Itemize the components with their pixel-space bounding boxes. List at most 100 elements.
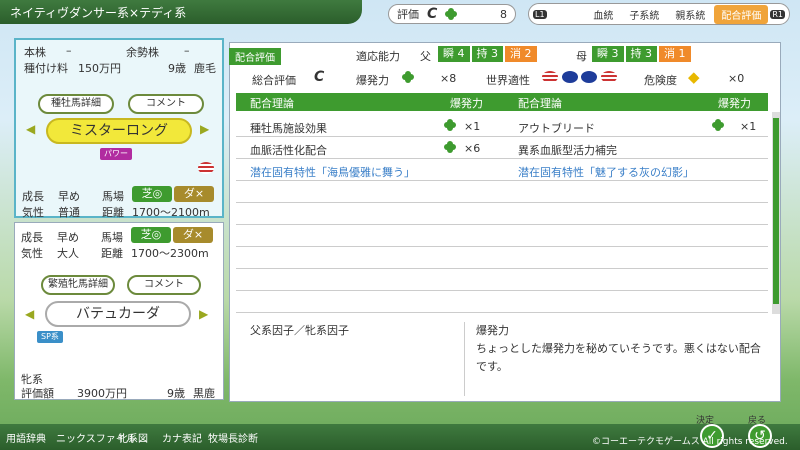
dam-detail-button[interactable]: 繁殖牝馬詳細 xyxy=(41,275,115,295)
table-row xyxy=(236,247,768,269)
eval-header-tag: 配合評価 xyxy=(229,48,281,65)
l1-icon: L1 xyxy=(533,9,547,19)
footer-glossary[interactable]: 用語辞典 xyxy=(6,430,46,445)
sire-stock-label: 本株 xyxy=(24,46,46,59)
sire-stats-label: 父 xyxy=(420,50,431,63)
col-theory-left: 配合理論 xyxy=(250,97,294,110)
dam-dirt: ダ× xyxy=(173,227,213,243)
scrollbar[interactable] xyxy=(772,112,780,314)
table-row xyxy=(236,225,768,247)
dam-name[interactable]: バテュカーダ xyxy=(45,301,191,327)
desc-text: ちょっとした爆発力を秘めていそうです。悪くはない配合です。 xyxy=(476,342,761,373)
theory-name: アウトブリード xyxy=(518,122,595,135)
theory-name: 種牡馬施設効果 xyxy=(250,122,327,135)
clover-icon xyxy=(402,71,414,83)
sire-temper-label: 気性 xyxy=(22,206,44,219)
table-row xyxy=(236,291,768,313)
tab-bar: L1 血統 子系統 親系統 配合評価 R1 xyxy=(528,3,790,25)
dam-stat-burst: 瞬 3 xyxy=(592,46,624,62)
tab-pedigree[interactable]: 血統 xyxy=(586,5,620,24)
dam-dist: 1700〜2300m xyxy=(131,247,209,260)
dam-value: 3900万円 xyxy=(77,387,127,400)
tab-child-line[interactable]: 子系統 xyxy=(622,5,666,24)
copyright: ©コーエーテクモゲームス All rights reserved. xyxy=(592,437,788,447)
theory-name: 異系血脈型活力補完 xyxy=(518,144,617,157)
dam-temper-label: 気性 xyxy=(21,247,43,260)
eval-count: 8 xyxy=(500,7,507,21)
theory-value: ×1 xyxy=(464,120,481,133)
dam-turf: 芝◎ xyxy=(131,227,171,243)
sire-grow-label: 成長 xyxy=(22,190,44,203)
divider xyxy=(464,322,465,396)
sire-dist-label: 距離 xyxy=(102,206,124,219)
clover-icon xyxy=(444,141,456,153)
usa-flag-icon xyxy=(542,71,558,83)
col-burst-right: 爆発力 xyxy=(718,97,751,110)
table-row[interactable]: 潜在固有特性「海鳥優雅に舞う」 潜在固有特性「魅了する灰の幻影」 xyxy=(236,159,768,181)
burst-count: ×8 xyxy=(440,72,457,85)
dam-age: 9歳 xyxy=(167,387,185,400)
sire-comment-button[interactable]: コメント xyxy=(128,94,204,114)
footer-kana[interactable]: カナ表記 xyxy=(162,430,202,445)
tab-breeding-eval[interactable]: 配合評価 xyxy=(714,4,769,24)
r1-icon: R1 xyxy=(770,9,785,19)
sire-stat-stamina: 持 3 xyxy=(471,46,503,62)
dam-next-arrow-icon[interactable]: ▶ xyxy=(199,307,208,321)
world-label: 世界適性 xyxy=(486,74,530,87)
table-row[interactable]: 種牡馬施設効果 ×1 アウトブリード ×1 xyxy=(236,115,768,137)
tab-parent-line[interactable]: 親系統 xyxy=(668,5,712,24)
footer-manager-diagnosis[interactable]: 牧場長診断 xyxy=(208,430,258,445)
dam-dist-label: 距離 xyxy=(101,247,123,260)
usa-flag-icon xyxy=(198,162,214,174)
clover-icon xyxy=(712,119,724,131)
dam-type-tag: SP系 xyxy=(37,331,63,343)
prev-arrow-icon[interactable]: ◀ xyxy=(26,122,35,136)
theory-table-header: 配合理論 爆発力 配合理論 爆発力 xyxy=(236,93,768,111)
factor-label: 父系因子／牝系因子 xyxy=(250,324,349,337)
dam-stats-label: 母 xyxy=(576,50,587,63)
table-row[interactable]: 血脈活性化配合 ×6 異系血脈型活力補完 xyxy=(236,137,768,159)
sire-coat: 鹿毛 xyxy=(194,62,216,75)
next-arrow-icon[interactable]: ▶ xyxy=(200,122,209,136)
dam-coat: 黒鹿 xyxy=(193,387,215,400)
usa-flag-icon xyxy=(600,71,617,83)
theory-value: ×1 xyxy=(740,120,757,133)
clover-icon xyxy=(444,119,456,131)
sire-grow: 早め xyxy=(58,190,80,203)
col-burst-left: 爆発力 xyxy=(450,97,483,110)
burst-label: 爆発力 xyxy=(356,74,389,87)
sire-dist: 1700〜2100m xyxy=(132,206,210,219)
sire-turf: 芝◎ xyxy=(132,186,172,202)
eval-label: 評価 xyxy=(397,8,419,21)
col-theory-right: 配合理論 xyxy=(518,97,562,110)
sire-fee-label: 種付け料 xyxy=(24,62,68,75)
sire-stat-fade: 消 2 xyxy=(505,46,537,62)
sire-spare-value: – xyxy=(184,44,190,57)
eu-flag-icon xyxy=(561,71,578,83)
sire-type-tag: パワー xyxy=(100,148,132,160)
scrollbar-thumb[interactable] xyxy=(773,118,779,304)
dam-value-label: 評価額 xyxy=(21,387,54,400)
sire-name[interactable]: ミスターロング xyxy=(46,118,192,144)
trait-name: 潜在固有特性「海鳥優雅に舞う」 xyxy=(250,166,415,179)
risk-count: ×0 xyxy=(728,72,745,85)
dam-comment-button[interactable]: コメント xyxy=(127,275,201,295)
clover-icon xyxy=(445,8,458,20)
trait-name: 潜在固有特性「魅了する灰の幻影」 xyxy=(518,166,694,179)
table-row xyxy=(236,269,768,291)
sire-age: 9歳 xyxy=(168,62,186,75)
desc-title: 爆発力 xyxy=(476,324,509,337)
eu-flag-icon xyxy=(581,71,597,83)
table-row xyxy=(236,181,768,203)
table-row xyxy=(236,203,768,225)
sire-detail-button[interactable]: 種牡馬詳細 xyxy=(38,94,114,114)
eval-summary: 評価 C 8 xyxy=(388,4,516,24)
theory-name: 血脈活性化配合 xyxy=(250,144,327,157)
dam-grow-label: 成長 xyxy=(21,231,43,244)
sire-panel: 本株 – 余勢株 – 種付け料 150万円 9歳 鹿毛 種牡馬詳細 コメント ◀… xyxy=(14,38,224,219)
sire-spare-label: 余勢株 xyxy=(126,46,159,59)
sire-temper: 普通 xyxy=(58,206,80,219)
dam-prev-arrow-icon[interactable]: ◀ xyxy=(25,307,34,321)
footer-mare-line[interactable]: 牝系図 xyxy=(118,430,148,445)
aptitude-label: 適応能力 xyxy=(356,50,400,63)
